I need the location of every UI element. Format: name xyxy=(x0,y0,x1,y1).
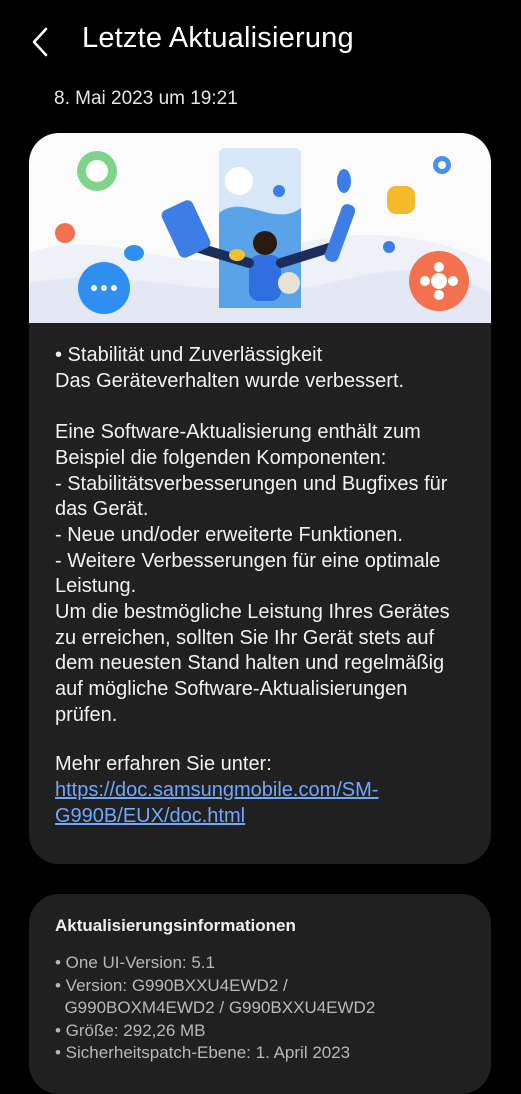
update-info-card: Aktualisierungsinformationen • One UI-Ve… xyxy=(29,894,491,1094)
release-notes-text: • Stabilität und Zuverlässigkeit Das Ger… xyxy=(55,344,450,726)
info-item-version: • Version: G990BXXU4EWD2 / xyxy=(55,975,288,995)
update-info-title: Aktualisierungsinformationen xyxy=(55,916,296,935)
app-header: Letzte Aktualisierung xyxy=(0,0,521,84)
chevron-left-icon xyxy=(32,27,48,57)
documentation-link[interactable]: https://doc.samsungmobile.com/SM-G990B/E… xyxy=(55,778,475,829)
update-date: 8. Mai 2023 um 19:21 xyxy=(54,88,238,109)
illustration-art xyxy=(29,148,491,323)
info-item-size: • Größe: 292,26 MB xyxy=(55,1020,206,1040)
learn-more-label: Mehr erfahren Sie unter: xyxy=(55,753,272,775)
info-item-version-cont: G990BOXM4EWD2 / G990BXXU4EWD2 xyxy=(55,998,376,1017)
software-update-illustration xyxy=(29,133,491,323)
info-item-one-ui-version: • One UI-Version: 5.1 xyxy=(55,953,215,972)
update-info-list: • One UI-Version: 5.1 • Version: G990BXX… xyxy=(55,952,475,1065)
page-title: Letzte Aktualisierung xyxy=(82,22,354,54)
info-item-security-patch: • Sicherheitspatch-Ebene: 1. April 2023 xyxy=(55,1043,351,1062)
release-notes-card: • Stabilität und Zuverlässigkeit Das Ger… xyxy=(29,133,491,864)
back-button[interactable] xyxy=(26,24,54,60)
